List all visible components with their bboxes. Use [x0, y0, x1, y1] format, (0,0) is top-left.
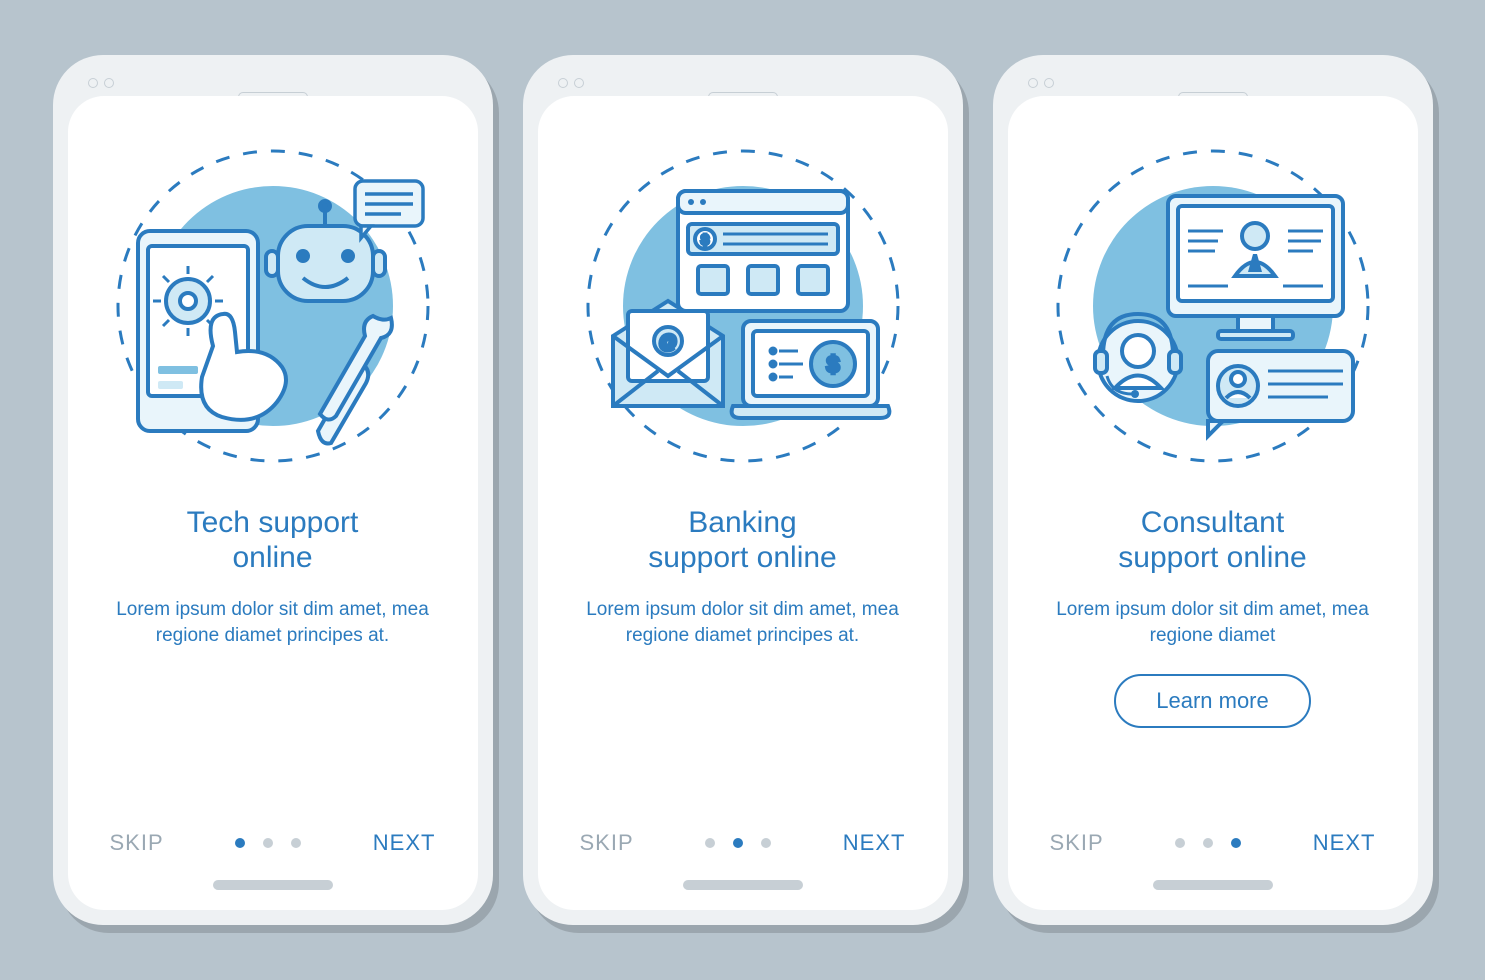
onboarding-screen-3: Consultant support online Lorem ipsum do… — [1008, 96, 1418, 910]
phone-top-bar — [68, 70, 478, 90]
page-indicator — [1175, 838, 1241, 848]
phone-mockup-1: Tech support online Lorem ipsum dolor si… — [53, 55, 493, 925]
page-indicator — [705, 838, 771, 848]
page-dot-3[interactable] — [761, 838, 771, 848]
phone-top-bar — [1008, 70, 1418, 90]
onboarding-nav: SKIP NEXT — [1038, 830, 1388, 866]
page-dot-2[interactable] — [1203, 838, 1213, 848]
home-indicator — [683, 880, 803, 890]
learn-more-button[interactable]: Learn more — [1114, 674, 1311, 728]
skip-button[interactable]: SKIP — [1050, 830, 1104, 856]
home-indicator — [213, 880, 333, 890]
next-button[interactable]: NEXT — [373, 830, 436, 856]
onboarding-body: Lorem ipsum dolor sit dim amet, mea regi… — [1048, 597, 1378, 648]
next-button[interactable]: NEXT — [843, 830, 906, 856]
page-dot-1[interactable] — [235, 838, 245, 848]
page-dot-1[interactable] — [1175, 838, 1185, 848]
svg-text:@: @ — [658, 332, 676, 352]
onboarding-nav: SKIP NEXT — [98, 830, 448, 866]
page-dot-2[interactable] — [733, 838, 743, 848]
phone-mockup-3: Consultant support online Lorem ipsum do… — [993, 55, 1433, 925]
page-dot-1[interactable] — [705, 838, 715, 848]
onboarding-nav: SKIP NEXT — [568, 830, 918, 866]
onboarding-title: Consultant support online — [1118, 506, 1306, 575]
next-button[interactable]: NEXT — [1313, 830, 1376, 856]
banking-support-illustration: $ @ — [573, 136, 913, 476]
home-indicator — [1153, 880, 1273, 890]
onboarding-screen-1: Tech support online Lorem ipsum dolor si… — [68, 96, 478, 910]
onboarding-screen-2: $ @ — [538, 96, 948, 910]
skip-button[interactable]: SKIP — [110, 830, 164, 856]
page-dot-2[interactable] — [263, 838, 273, 848]
phone-top-bar — [538, 70, 948, 90]
skip-button[interactable]: SKIP — [580, 830, 634, 856]
onboarding-title: Banking support online — [648, 506, 836, 575]
page-dot-3[interactable] — [1231, 838, 1241, 848]
onboarding-body: Lorem ipsum dolor sit dim amet, mea regi… — [578, 597, 908, 648]
page-indicator — [235, 838, 301, 848]
page-dot-3[interactable] — [291, 838, 301, 848]
tech-support-illustration — [103, 136, 443, 476]
phone-mockup-2: $ @ — [523, 55, 963, 925]
consultant-support-illustration — [1043, 136, 1383, 476]
onboarding-body: Lorem ipsum dolor sit dim amet, mea regi… — [108, 597, 438, 648]
svg-text:$: $ — [826, 352, 838, 377]
svg-text:$: $ — [701, 232, 709, 247]
onboarding-title: Tech support online — [187, 506, 359, 575]
